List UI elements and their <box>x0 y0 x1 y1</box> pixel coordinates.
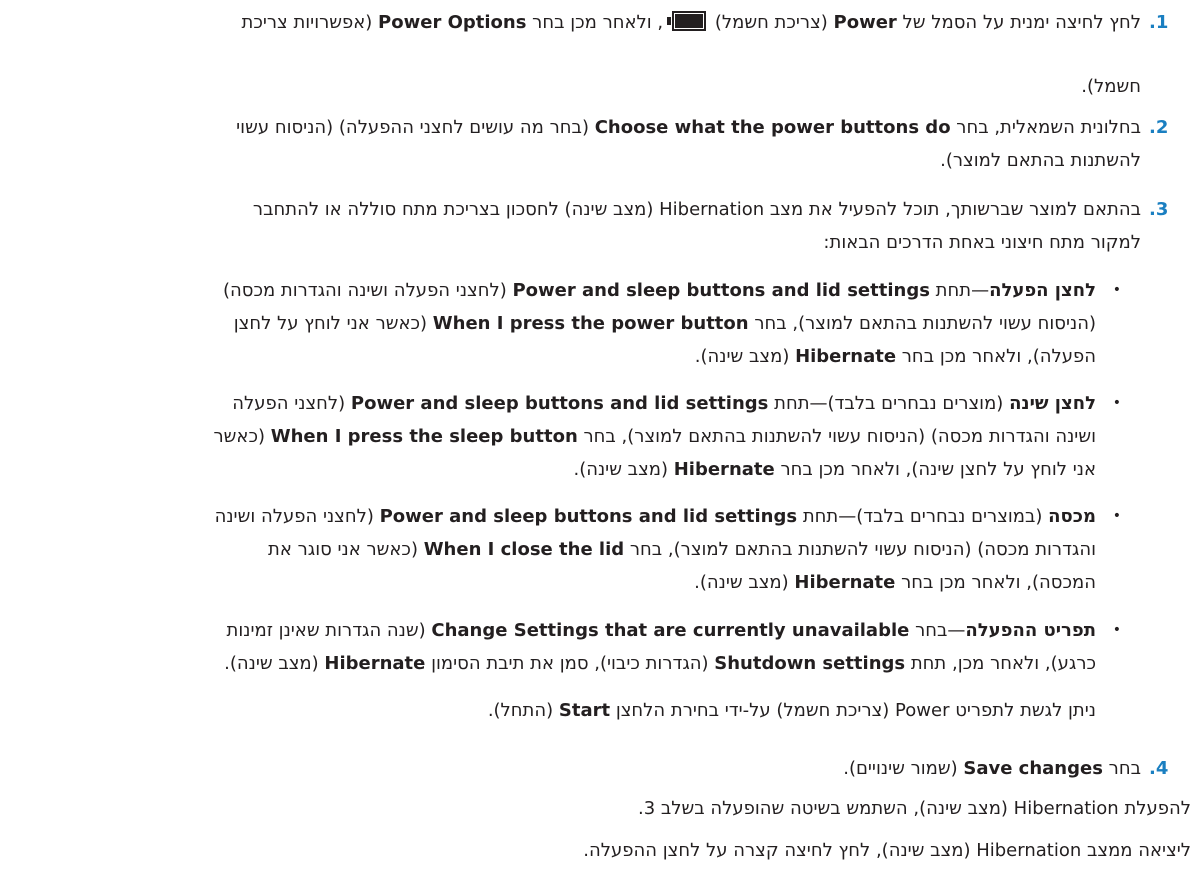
step-text-line: בחר Save changes (שמור שינויים). <box>843 758 1141 779</box>
bullet-text-line: הפעלה), ולאחר מכן בחר Hibernate (מצב שינ… <box>694 346 1096 367</box>
bullet-text-line: (הניסוח עשוי להשתנות בהתאם למוצר), בחר W… <box>233 313 1096 334</box>
bullet-text-line: תפריט ההפעלה—בחר Change Settings that ar… <box>226 620 1096 641</box>
step-2: .2 בחלונית השמאלית, בחר Choose what the … <box>0 111 1168 177</box>
power-menu-note: ניתן לגשת לתפריט Power (צריכת חשמל) על-י… <box>487 700 1096 721</box>
bullet-text-line: המכסה), ולאחר מכן בחר Hibernate (מצב שינ… <box>694 572 1096 593</box>
paragraph-initiate-hibernation: להפעלת Hibernation (מצב שינה), השתמש בשי… <box>637 798 1191 819</box>
step-text-line: להשתנות בהתאם למוצר). <box>940 150 1141 171</box>
step-text-line: בחלונית השמאלית, בחר Choose what the pow… <box>236 117 1141 138</box>
step-text-line: לחץ לחיצה ימנית על הסמל של Power (צריכת … <box>241 11 1141 33</box>
step-number: .3 <box>1149 199 1169 220</box>
bullet-text-line: אני לוחץ על לחצן שינה), ולאחר מכן בחר Hi… <box>573 459 1096 480</box>
document-page: .1 לחץ לחיצה ימנית על הסמל של Power (צרי… <box>0 0 1191 881</box>
step-text-line: בהתאם למוצר שברשותך, תוכל להפעיל את מצב … <box>252 199 1141 220</box>
bullet-lid: • מכסה (במוצרים נבחרים בלבד)—תחת Power a… <box>0 500 1121 599</box>
bullet-marker: • <box>1112 395 1121 411</box>
step-text-line: למקור מתח חיצוני באחת הדרכים הבאות: <box>823 232 1141 253</box>
step-3: .3 בהתאם למוצר שברשותך, תוכל להפעיל את מ… <box>0 193 1168 259</box>
bullet-marker: • <box>1112 508 1121 524</box>
bullet-power-button: • לחצן הפעלה—תחת Power and sleep buttons… <box>0 274 1121 373</box>
bullet-text-line: לחצן הפעלה—תחת Power and sleep buttons a… <box>222 280 1096 301</box>
step-text-line: חשמל). <box>1081 76 1141 97</box>
bullet-text-line: ושינה והגדרות מכסה) (הניסוח עשוי להשתנות… <box>213 426 1096 447</box>
bullet-text-line: והגדרות מכסה) (הניסוח עשוי להשתנות בהתאם… <box>268 539 1096 560</box>
battery-icon <box>666 11 707 31</box>
step-number: .1 <box>1149 12 1169 33</box>
bullet-text-line: כרגע), ולאחר מכן, תחת Shutdown settings … <box>224 653 1096 674</box>
bullet-sleep-button: • לחצן שינה (מוצרים נבחרים בלבד)—תחת Pow… <box>0 387 1121 486</box>
step-1: .1 לחץ לחיצה ימנית על הסמל של Power (צרי… <box>0 6 1168 103</box>
step-number: .4 <box>1149 758 1169 779</box>
bullet-text-line: לחצן שינה (מוצרים נבחרים בלבד)—תחת Power… <box>232 393 1096 414</box>
bullet-text-line: מכסה (במוצרים נבחרים בלבד)—תחת Power and… <box>214 506 1096 527</box>
step-number: .2 <box>1149 117 1169 138</box>
bullet-marker: • <box>1112 282 1121 298</box>
bullet-marker: • <box>1112 622 1121 638</box>
paragraph-exit-hibernation: ליציאה ממצב Hibernation (מצב שינה), לחץ … <box>583 840 1191 861</box>
step-4: .4 בחר Save changes (שמור שינויים). <box>0 752 1168 785</box>
bullet-power-menu: • תפריט ההפעלה—בחר Change Settings that … <box>0 614 1121 680</box>
